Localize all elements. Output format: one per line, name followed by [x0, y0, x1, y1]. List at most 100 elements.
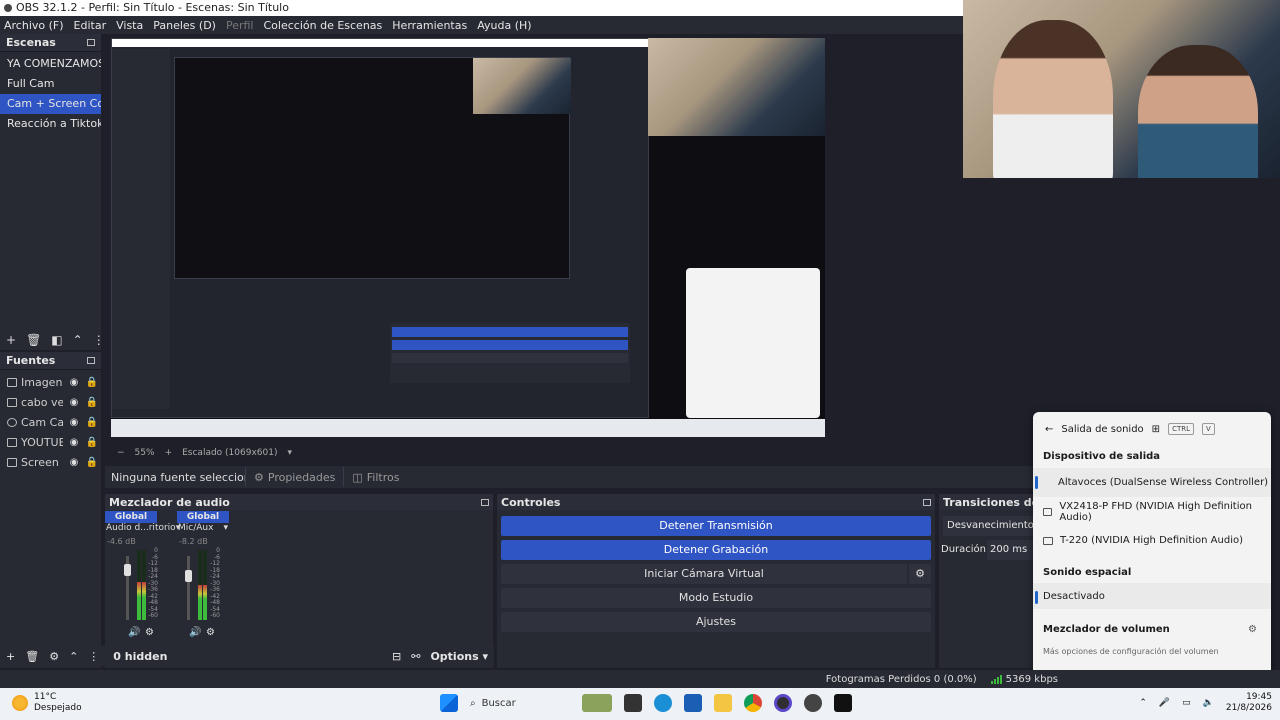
dock-float-icon[interactable] [923, 498, 931, 506]
filter-icon: ◫ [352, 470, 363, 484]
scale-selector[interactable]: Escalado (1069x601) [182, 448, 277, 458]
menu-herramientas[interactable]: Herramientas [392, 19, 467, 32]
remove-scene-icon[interactable]: 🗑 [26, 333, 41, 347]
capcut-icon[interactable] [834, 694, 852, 712]
app-icon[interactable] [804, 694, 822, 712]
visibility-icon[interactable]: ◉ [67, 417, 81, 428]
menu-ayuda[interactable]: Ayuda (H) [477, 19, 531, 32]
source-item[interactable]: YOUTUBE ◉ 🔒 [0, 432, 101, 452]
device-label: Altavoces (DualSense Wireless Controller… [1058, 477, 1269, 488]
mixer-settings-icon[interactable]: ⚙ [206, 627, 215, 638]
preview-canvas[interactable] [111, 38, 825, 437]
file-explorer-icon[interactable] [714, 694, 732, 712]
clock[interactable]: 19:45 21/8/2026 [1226, 692, 1272, 714]
transition-select[interactable]: Desvanecimiento [943, 516, 1033, 536]
menu-editar[interactable]: Editar [74, 19, 107, 32]
level-meter-mic [203, 550, 207, 620]
speaker-icon[interactable]: 🔊 [128, 627, 140, 638]
add-scene-icon[interactable]: + [6, 333, 16, 347]
chevron-up-icon[interactable]: ⌃ [1139, 698, 1147, 708]
properties-button[interactable]: ⚙ Propiedades [245, 467, 343, 487]
start-virtual-cam-button[interactable]: Iniciar Cámara Virtual [501, 564, 907, 584]
edge-icon[interactable] [654, 694, 672, 712]
visibility-icon[interactable]: ◉ [67, 377, 81, 388]
menu-archivo[interactable]: Archivo (F) [4, 19, 64, 32]
lock-icon[interactable]: 🔒 [85, 377, 99, 388]
device-vx2418[interactable]: VX2418-P FHD (NVIDIA High Definition Aud… [1033, 497, 1271, 526]
widget-image-icon[interactable] [582, 694, 612, 712]
stop-recording-button[interactable]: Detener Grabación [501, 540, 931, 560]
speaker-icon[interactable]: 🔊 [189, 627, 201, 638]
mixer-channel-desktop: Global Audio d...ritorio ▾ -4.6 dB [105, 511, 180, 546]
filters-button[interactable]: ◫ Filtros [343, 467, 407, 487]
menu-perfil[interactable]: Perfil [226, 19, 254, 32]
settings-gear-icon[interactable]: ⚙ [1248, 609, 1257, 637]
device-t220[interactable]: T-220 (NVIDIA High Definition Audio) [1033, 526, 1271, 555]
lock-icon[interactable]: 🔒 [85, 397, 99, 408]
channel-menu-icon[interactable]: ▾ [223, 523, 228, 537]
camera-icon [7, 417, 17, 427]
chrome-icon[interactable] [744, 694, 762, 712]
volume-fader-mic[interactable] [185, 556, 192, 620]
scene-filters-icon[interactable]: ◧ [51, 333, 62, 347]
taskbar-search[interactable]: ⌕ Buscar [470, 692, 570, 714]
gear-icon[interactable]: ⚙ [49, 650, 59, 663]
mic-icon[interactable]: 🎤 [1159, 698, 1170, 708]
obs-icon[interactable] [774, 694, 792, 712]
network-icon[interactable]: ▭ [1182, 698, 1191, 708]
source-item[interactable]: cabo verde ◉ 🔒 [0, 392, 101, 412]
move-up-icon[interactable]: ⌃ [69, 650, 78, 663]
source-item[interactable]: Imagen 2 ◉ 🔒 [0, 372, 101, 392]
source-item[interactable]: Screen Co ◉ 🔒 [0, 452, 101, 472]
source-item[interactable]: Cam Cam ◉ 🔒 [0, 412, 101, 432]
zoom-out-icon[interactable]: − [117, 448, 125, 458]
menu-coleccion-escenas[interactable]: Colección de Escenas [264, 19, 383, 32]
dock-float-icon[interactable] [87, 357, 95, 364]
more-icon[interactable]: ⋮ [88, 650, 99, 663]
visibility-icon[interactable]: ◉ [67, 457, 81, 468]
settings-button[interactable]: Ajustes [501, 612, 931, 632]
volume-icon[interactable]: 🔈 [1203, 698, 1214, 708]
scene-item-ya-comenzamos[interactable]: YA COMENZAMOS [0, 54, 101, 74]
weather-widget[interactable]: 11°C Despejado [12, 692, 82, 714]
menu-vista[interactable]: Vista [116, 19, 143, 32]
windows-start-icon[interactable] [440, 694, 458, 712]
layout-icon[interactable]: ⊟ [392, 650, 401, 663]
device-altavoces[interactable]: Altavoces (DualSense Wireless Controller… [1033, 468, 1271, 497]
lock-icon[interactable]: 🔒 [85, 457, 99, 468]
add-icon[interactable]: + [6, 650, 15, 663]
dock-float-icon[interactable] [87, 39, 95, 46]
more-icon[interactable]: ⋮ [93, 333, 105, 347]
scene-item-full-cam[interactable]: Full Cam [0, 74, 101, 94]
volume-fader-desktop[interactable] [124, 556, 131, 620]
lock-icon[interactable]: 🔒 [85, 437, 99, 448]
visibility-icon[interactable]: ◉ [67, 397, 81, 408]
stop-stream-button[interactable]: Detener Transmisión [501, 516, 931, 536]
webcam-overlay [963, 0, 1280, 178]
channel-global-badge: Global [177, 511, 229, 523]
trash-icon[interactable]: 🗑 [25, 650, 39, 663]
spatial-off-option[interactable]: Desactivado [1033, 583, 1271, 609]
zoom-in-icon[interactable]: + [165, 448, 173, 458]
menu-paneles[interactable]: Paneles (D) [153, 19, 216, 32]
dock-float-icon[interactable] [481, 498, 489, 506]
duration-input[interactable]: 200 ms [987, 540, 1033, 560]
chevron-down-icon[interactable]: ▾ [287, 448, 292, 458]
back-arrow-icon[interactable]: ← [1045, 424, 1053, 435]
scene-item-reaccion-tiktoks[interactable]: Reacción a Tiktoks [0, 114, 101, 134]
advanced-audio-icon[interactable]: ⚯ [411, 650, 420, 663]
options-button[interactable]: Options ▾ [430, 650, 488, 663]
lock-icon[interactable]: 🔒 [85, 417, 99, 428]
store-icon[interactable] [684, 694, 702, 712]
virtual-cam-settings-icon[interactable]: ⚙ [909, 564, 931, 584]
controls-panel: Controles Detener Transmisión Detener Gr… [497, 494, 935, 668]
scenes-toolbar: + 🗑 ◧ ⌃ ⋮ [0, 330, 105, 350]
more-volume-options-link[interactable]: Más opciones de configuración del volume… [1033, 637, 1271, 667]
task-view-icon[interactable] [624, 694, 642, 712]
visibility-icon[interactable]: ◉ [67, 437, 81, 448]
mixer-settings-icon[interactable]: ⚙ [145, 627, 154, 638]
move-up-icon[interactable]: ⌃ [73, 333, 83, 347]
preview-toolbar: − 55% + Escalado (1069x601) ▾ [111, 448, 1031, 458]
studio-mode-button[interactable]: Modo Estudio [501, 588, 931, 608]
scene-item-cam-screen[interactable]: Cam + Screen Completa [0, 94, 101, 114]
